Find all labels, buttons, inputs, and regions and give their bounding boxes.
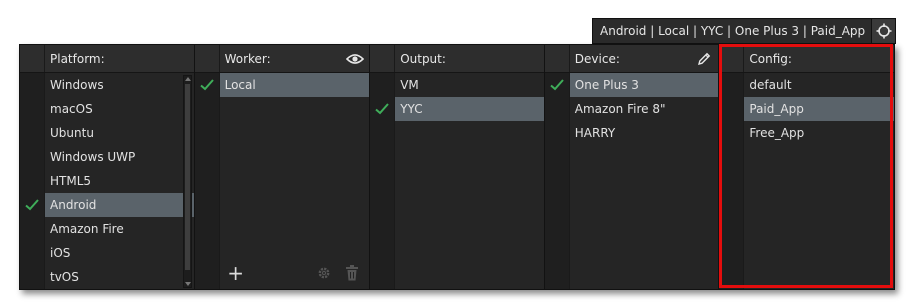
scroll-thumb[interactable] [184,84,190,270]
device-item-harry[interactable]: HARRY [570,121,719,145]
worker-footer: + [220,257,370,289]
device-item-amazon-fire-8[interactable]: Amazon Fire 8" [570,97,719,121]
crosshair-icon [876,23,891,39]
config-item-free-app[interactable]: Free_App [744,121,894,145]
output-column: Output: VM YYC [370,45,545,289]
target-manager-panel: Platform: Windows macOS Ubuntu Windows U… [19,44,895,290]
eye-icon[interactable] [341,53,369,65]
platform-column: Platform: Windows macOS Ubuntu Windows U… [20,45,195,289]
device-header: Device: [544,45,719,73]
platform-scrollbar[interactable] [182,75,192,288]
platform-item-tvos[interactable]: tvOS [45,265,194,289]
platform-item-android[interactable]: Android [25,193,194,217]
config-title: Config: [749,51,792,66]
output-item-vm[interactable]: VM [395,73,544,97]
config-item-default[interactable]: default [744,73,894,97]
worker-header: Worker: [194,45,370,73]
check-icon [25,199,39,211]
output-list: VM YYC [375,73,544,289]
worker-title: Worker: [224,51,271,66]
scroll-down-icon[interactable] [184,282,191,286]
output-item-yyc[interactable]: YYC [375,97,544,121]
device-column: Device: One Plus 3 Amazon Fire 8" HARRY [544,45,720,289]
check-icon [199,79,214,91]
device-title: Device: [574,51,620,66]
platform-title: Platform: [50,51,105,66]
config-header: Config: [719,45,894,73]
trash-icon[interactable] [341,263,363,283]
check-icon [375,103,389,115]
worker-column: Worker: Local + [194,45,371,289]
target-bar: Android | Local | YYC | One Plus 3 | Pai… [592,18,896,44]
config-column: Config: default Paid_App Free_App [719,45,894,289]
platform-item-ubuntu[interactable]: Ubuntu [45,121,194,145]
device-item-one-plus-3[interactable]: One Plus 3 [550,73,719,97]
platform-item-ios[interactable]: iOS [45,241,194,265]
add-worker-button[interactable]: + [226,263,246,283]
platform-list: Windows macOS Ubuntu Windows UWP HTML5 A… [25,73,194,289]
worker-item-local[interactable]: Local [199,73,370,97]
target-button[interactable] [871,19,895,43]
config-item-paid-app[interactable]: Paid_App [744,97,894,121]
pencil-icon[interactable] [690,52,718,66]
platform-item-macos[interactable]: macOS [45,97,194,121]
gear-icon[interactable] [313,263,335,283]
platform-item-html5[interactable]: HTML5 [45,169,194,193]
scroll-up-icon[interactable] [184,77,191,81]
output-header: Output: [370,45,544,73]
target-summary: Android | Local | YYC | One Plus 3 | Pai… [600,24,866,38]
platform-header: Platform: [20,45,194,73]
output-title: Output: [400,51,446,66]
platform-item-windows[interactable]: Windows [45,73,194,97]
platform-item-windows-uwp[interactable]: Windows UWP [45,145,194,169]
config-list: default Paid_App Free_App [744,73,894,289]
device-list: One Plus 3 Amazon Fire 8" HARRY [550,73,719,289]
platform-item-amazon-fire[interactable]: Amazon Fire [45,217,194,241]
check-icon [550,79,564,91]
